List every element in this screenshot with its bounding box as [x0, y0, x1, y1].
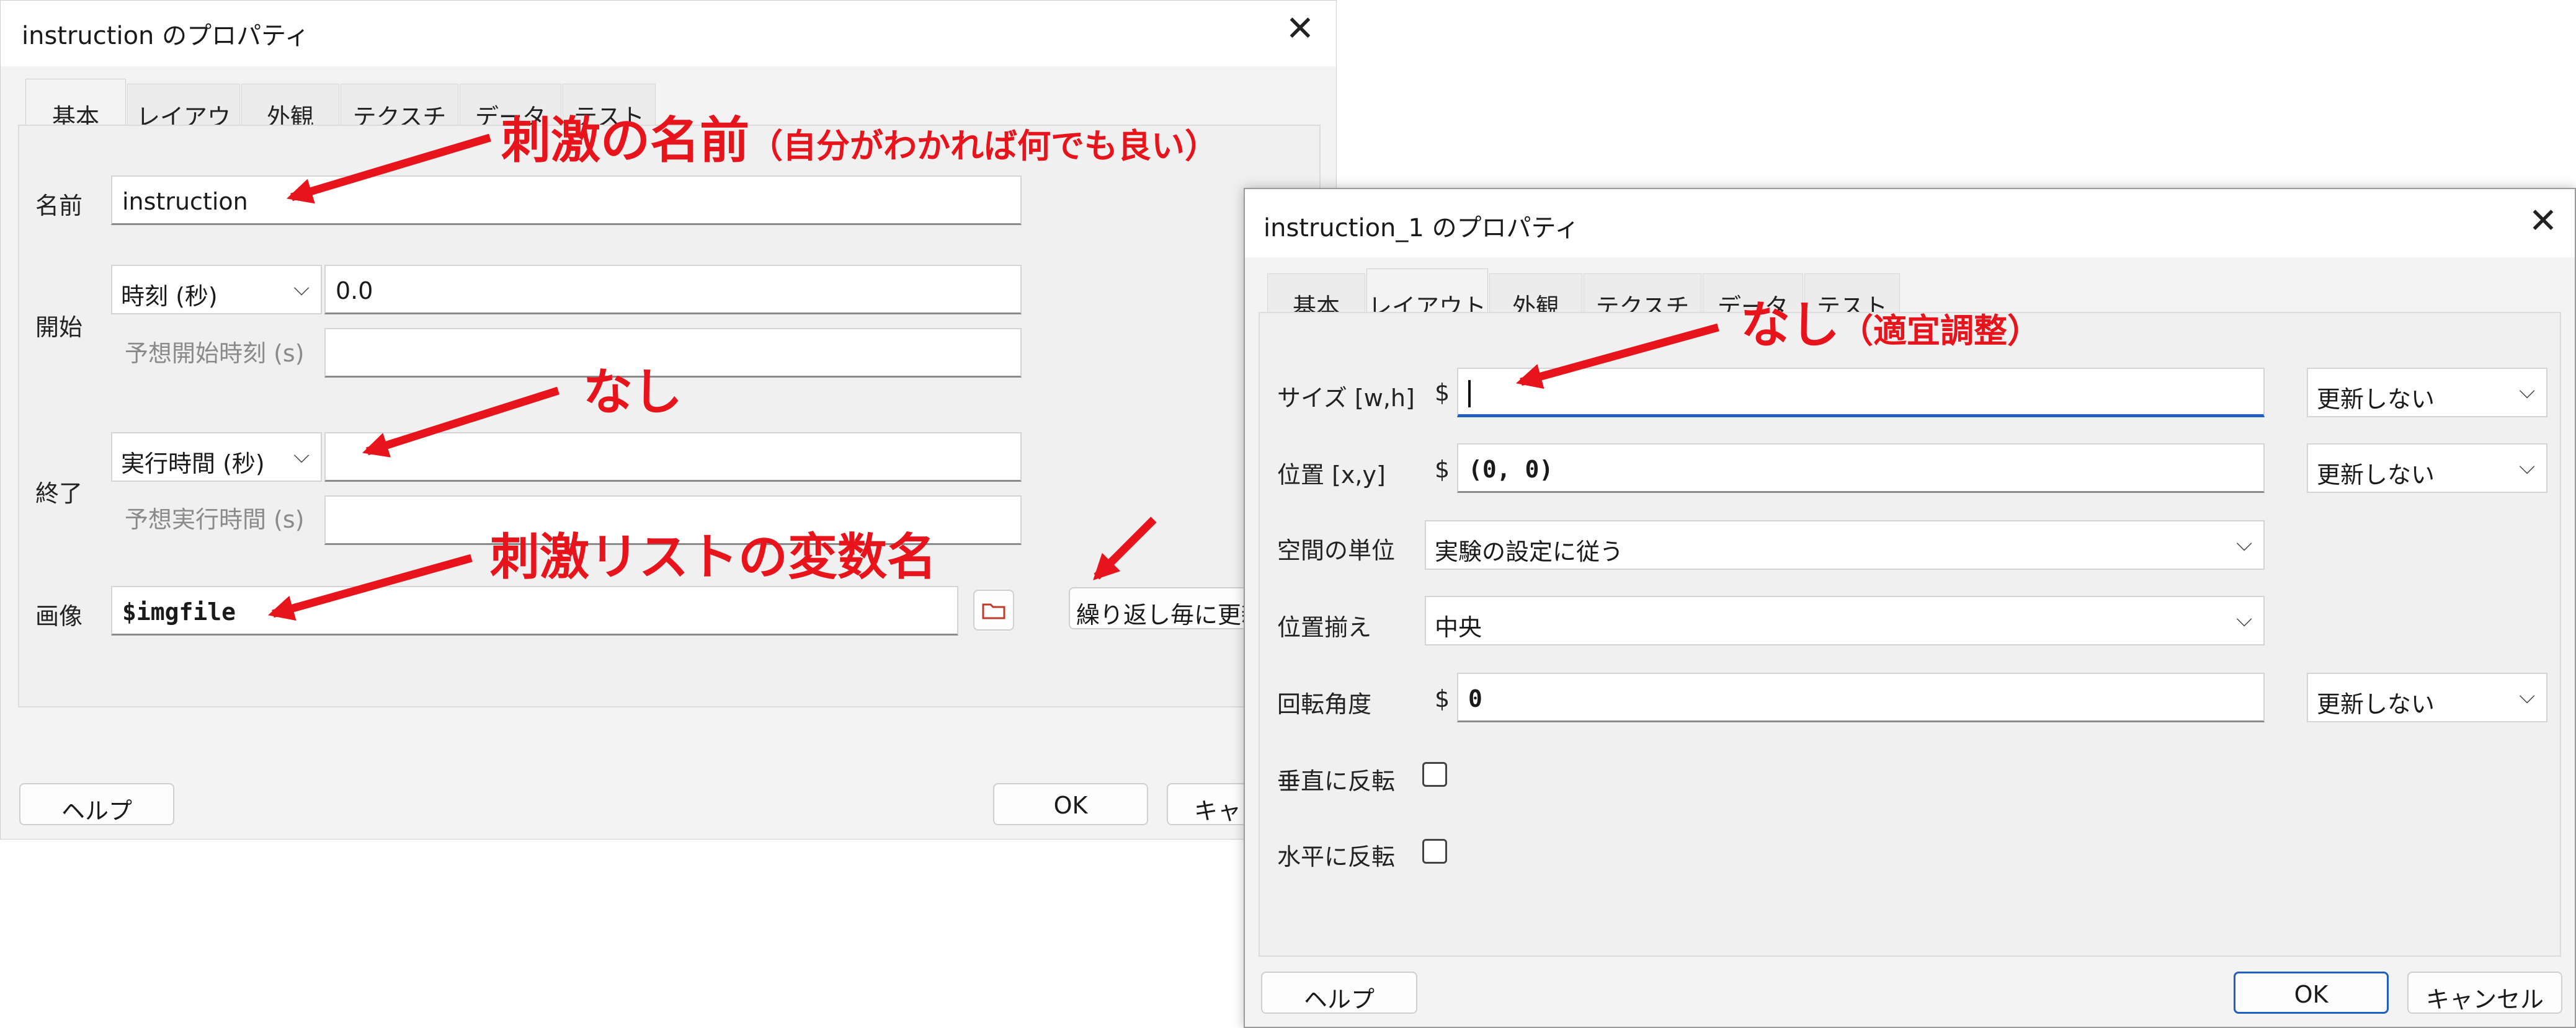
end-type-select[interactable]: 実行時間 (秒) ⌵ [111, 432, 322, 482]
size-update-select[interactable]: 更新しない ⌵ [2307, 368, 2547, 417]
anchor-select[interactable]: 中央 ⌵ [1425, 596, 2265, 645]
size-field[interactable] [1457, 368, 2265, 417]
annotation-size-note: （適宜調整） [1840, 311, 2041, 350]
pos-update-select[interactable]: 更新しない ⌵ [2307, 443, 2547, 493]
units-select[interactable]: 実験の設定に従う ⌵ [1425, 520, 2265, 570]
name-label: 名前 [35, 192, 83, 219]
end-label: 終了 [35, 480, 83, 507]
pos-field[interactable]: (0, 0) [1457, 443, 2265, 493]
ori-update-select[interactable]: 更新しない ⌵ [2307, 673, 2547, 722]
annotation-name-note: （自分がわかれば何でも良い） [749, 126, 1218, 166]
annotation-end: なし [583, 363, 682, 421]
close-icon[interactable]: ✕ [2521, 204, 2565, 239]
chevron-down-icon: ⌵ [2519, 684, 2535, 709]
flip-vertical-checkbox[interactable] [1422, 762, 1447, 787]
size-update-value: 更新しない [2317, 386, 2435, 413]
size-label: サイズ [w,h] [1277, 384, 1415, 412]
flip-horizontal-label: 水平に反転 [1277, 843, 1396, 871]
dollar-sign: $ [1435, 685, 1450, 712]
annotation-name: 刺激の名前（自分がわかれば何でも良い） [501, 100, 1218, 172]
anchor-label: 位置揃え [1277, 614, 1372, 641]
title-bar: instruction_1 のプロパティ ✕ [1245, 189, 2575, 257]
start-field[interactable]: 0.0 [324, 265, 1022, 314]
folder-icon[interactable] [973, 590, 1014, 631]
units-label: 空間の単位 [1277, 537, 1396, 564]
dollar-sign: $ [1435, 379, 1450, 406]
help-button[interactable]: ヘルプ [19, 783, 174, 825]
expected-start-label: 予想開始時刻 (s) [125, 340, 305, 367]
chevron-down-icon: ⌵ [2236, 531, 2252, 556]
pos-update-value: 更新しない [2317, 461, 2435, 489]
annotation-image: 刺激リストの変数名 [490, 528, 937, 586]
folder-icon-glyph [982, 603, 1005, 619]
chevron-down-icon: ⌵ [2236, 607, 2252, 632]
dialog-title: instruction_1 のプロパティ [1263, 214, 1580, 242]
annotation-size: なし（適宜調整） [1740, 285, 2041, 357]
ok-button[interactable]: OK [2234, 972, 2389, 1014]
flip-horizontal-checkbox[interactable] [1422, 839, 1447, 864]
image-label: 画像 [35, 603, 83, 630]
close-icon[interactable]: ✕ [1278, 12, 1322, 47]
text-caret [1468, 379, 1471, 407]
start-type-select[interactable]: 時刻 (秒) ⌵ [111, 265, 322, 314]
end-field[interactable] [324, 432, 1022, 482]
annotation-size-main: なし [1740, 296, 1840, 354]
units-value: 実験の設定に従う [1435, 538, 1624, 565]
chevron-down-icon: ⌵ [293, 276, 310, 301]
anchor-value: 中央 [1435, 614, 1482, 641]
flip-vertical-label: 垂直に反転 [1277, 768, 1396, 795]
help-button[interactable]: ヘルプ [1261, 972, 1417, 1014]
end-type-value: 実行時間 (秒) [121, 450, 265, 477]
annotation-name-main: 刺激の名前 [501, 112, 749, 169]
expected-duration-label: 予想実行時間 (s) [125, 506, 305, 533]
title-bar: instruction のプロパティ ✕ [1, 1, 1336, 66]
image-field[interactable]: $imgfile [111, 586, 958, 636]
chevron-down-icon: ⌵ [2519, 379, 2535, 404]
dollar-sign: $ [1435, 456, 1450, 483]
chevron-down-icon: ⌵ [293, 443, 310, 468]
name-field[interactable]: instruction [111, 175, 1022, 225]
ori-field[interactable]: 0 [1457, 673, 2265, 722]
chevron-down-icon: ⌵ [2519, 454, 2535, 479]
pos-label: 位置 [x,y] [1277, 461, 1386, 489]
ok-button[interactable]: OK [993, 783, 1148, 825]
start-type-value: 時刻 (秒) [121, 283, 218, 310]
ori-update-value: 更新しない [2317, 691, 2435, 718]
ori-label: 回転角度 [1277, 691, 1372, 718]
start-label: 開始 [35, 314, 83, 341]
cancel-button[interactable]: キャンセル [2407, 972, 2562, 1014]
dialog-title: instruction のプロパティ [22, 22, 310, 50]
